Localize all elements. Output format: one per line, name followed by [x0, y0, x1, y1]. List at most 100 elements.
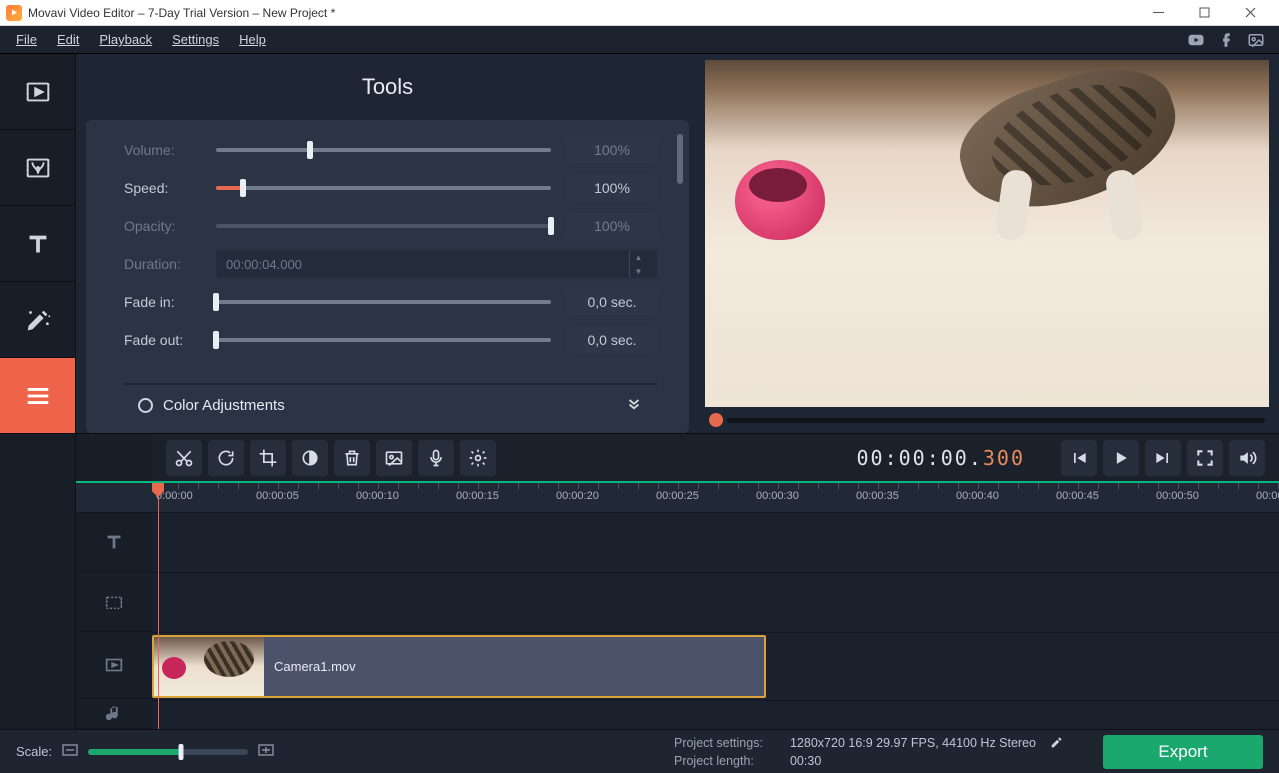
timeline-ruler[interactable]: 0:00:0000:00:0500:00:1000:00:1500:00:200… [152, 483, 1279, 513]
track-video[interactable] [76, 632, 152, 699]
preview-viewport[interactable] [705, 60, 1269, 407]
project-length-label: Project length: [674, 754, 782, 768]
volume-button[interactable] [1229, 440, 1265, 476]
ruler-mark: 00:00:20 [556, 490, 599, 502]
timecode-display: 00:00:00.300 [857, 446, 1026, 470]
sidebar [0, 54, 76, 729]
value-fade-in: 0,0 sec. [567, 289, 657, 315]
zoom-out-icon[interactable] [62, 744, 78, 759]
prev-frame-button[interactable] [1061, 440, 1097, 476]
value-speed: 100% [567, 175, 657, 201]
value-volume: 100% [567, 137, 657, 163]
slider-fade-out[interactable] [216, 332, 551, 348]
window-minimize-button[interactable] [1135, 0, 1181, 26]
duration-stepper[interactable]: ▲▼ [629, 250, 647, 278]
title-lane[interactable] [152, 513, 1279, 573]
window-close-button[interactable] [1227, 0, 1273, 26]
project-settings-value: 1280x720 16:9 29.97 FPS, 44100 Hz Stereo [790, 736, 1036, 752]
track-audio[interactable] [76, 699, 152, 729]
chevron-down-icon [625, 394, 643, 416]
menu-settings[interactable]: Settings [162, 28, 229, 51]
row-duration: Duration: 00:00:04.000 ▲▼ [124, 252, 657, 276]
video-lane[interactable]: ★ Camera1.mov [152, 633, 1279, 701]
value-fade-out: 0,0 sec. [567, 327, 657, 353]
video-clip[interactable]: ★ Camera1.mov [152, 635, 766, 698]
menu-help[interactable]: Help [229, 28, 276, 51]
sidebar-filters[interactable] [0, 130, 75, 206]
ruler-mark: 00:00:25 [656, 490, 699, 502]
settings-button[interactable] [460, 440, 496, 476]
tools-scrollbar[interactable] [677, 134, 683, 184]
menubar: File Edit Playback Settings Help [0, 26, 1279, 54]
row-speed: Speed: 100% [124, 176, 657, 200]
fullscreen-button[interactable] [1187, 440, 1223, 476]
youtube-icon[interactable] [1187, 31, 1205, 49]
label-fade-in: Fade in: [124, 294, 200, 310]
image-button[interactable] [376, 440, 412, 476]
label-speed: Speed: [124, 180, 200, 196]
track-title[interactable] [76, 513, 152, 573]
edit-settings-icon[interactable] [1050, 736, 1063, 752]
menu-edit[interactable]: Edit [47, 28, 89, 51]
zoom-in-icon[interactable] [258, 744, 274, 759]
ruler-mark: 00:00:55 [1256, 490, 1279, 502]
record-voice-button[interactable] [418, 440, 454, 476]
ruler-mark: 00:00:05 [256, 490, 299, 502]
tools-panel: Tools Volume: 100% Speed: [76, 54, 699, 433]
scrub-playhead-icon[interactable] [709, 413, 723, 427]
crop-button[interactable] [250, 440, 286, 476]
sidebar-titles[interactable] [0, 206, 75, 282]
track-overlay[interactable] [76, 572, 152, 632]
project-settings-label: Project settings: [674, 736, 782, 752]
ruler-mark: 00:00:35 [856, 490, 899, 502]
row-fade-out: Fade out: 0,0 sec. [124, 328, 657, 352]
gallery-icon[interactable] [1247, 31, 1265, 49]
status-bar: Scale: Project settings: 1280x720 16:9 2… [0, 729, 1279, 773]
row-volume: Volume: 100% [124, 138, 657, 162]
sidebar-tools[interactable] [0, 358, 75, 434]
ruler-mark: 00:00:50 [1156, 490, 1199, 502]
section-label: Color Adjustments [163, 397, 285, 414]
timeline: 0:00:0000:00:0500:00:1000:00:1500:00:200… [76, 481, 1279, 729]
preview-scrub-bar[interactable] [705, 407, 1269, 433]
row-opacity: Opacity: 100% [124, 214, 657, 238]
slider-speed[interactable] [216, 180, 551, 196]
window-title: Movavi Video Editor – 7-Day Trial Versio… [28, 6, 335, 20]
window-titlebar: Movavi Video Editor – 7-Day Trial Versio… [0, 0, 1279, 26]
sidebar-effects[interactable] [0, 282, 75, 358]
delete-button[interactable] [334, 440, 370, 476]
ruler-mark: 00:00:10 [356, 490, 399, 502]
sidebar-media[interactable] [0, 54, 75, 130]
slider-volume[interactable] [216, 142, 551, 158]
play-button[interactable] [1103, 440, 1139, 476]
menu-playback[interactable]: Playback [89, 28, 162, 51]
tools-title: Tools [86, 60, 689, 120]
duration-input[interactable]: 00:00:04.000 ▲▼ [216, 250, 657, 278]
scale-label: Scale: [16, 744, 52, 759]
project-length-value: 00:30 [790, 754, 821, 768]
rotate-button[interactable] [208, 440, 244, 476]
export-button[interactable]: Export [1103, 735, 1263, 769]
overlay-lane[interactable] [152, 573, 1279, 633]
color-adjust-button[interactable] [292, 440, 328, 476]
zoom-slider[interactable] [88, 749, 248, 755]
row-fade-in: Fade in: 0,0 sec. [124, 290, 657, 314]
label-volume: Volume: [124, 142, 200, 158]
ruler-mark: 00:00:40 [956, 490, 999, 502]
project-info: Project settings: 1280x720 16:9 29.97 FP… [674, 736, 1063, 768]
preview-image [705, 60, 1269, 407]
facebook-icon[interactable] [1217, 31, 1235, 49]
value-opacity: 100% [567, 213, 657, 239]
audio-lane[interactable] [152, 701, 1279, 729]
section-color-adjustments[interactable]: Color Adjustments [124, 383, 657, 425]
menu-file[interactable]: File [6, 28, 47, 51]
ruler-mark: 00:00:45 [1056, 490, 1099, 502]
next-frame-button[interactable] [1145, 440, 1181, 476]
clip-name: Camera1.mov [274, 659, 356, 674]
cut-button[interactable] [166, 440, 202, 476]
clip-thumbnail [154, 637, 264, 696]
slider-fade-in[interactable] [216, 294, 551, 310]
window-maximize-button[interactable] [1181, 0, 1227, 26]
slider-opacity[interactable] [216, 218, 551, 234]
label-fade-out: Fade out: [124, 332, 200, 348]
